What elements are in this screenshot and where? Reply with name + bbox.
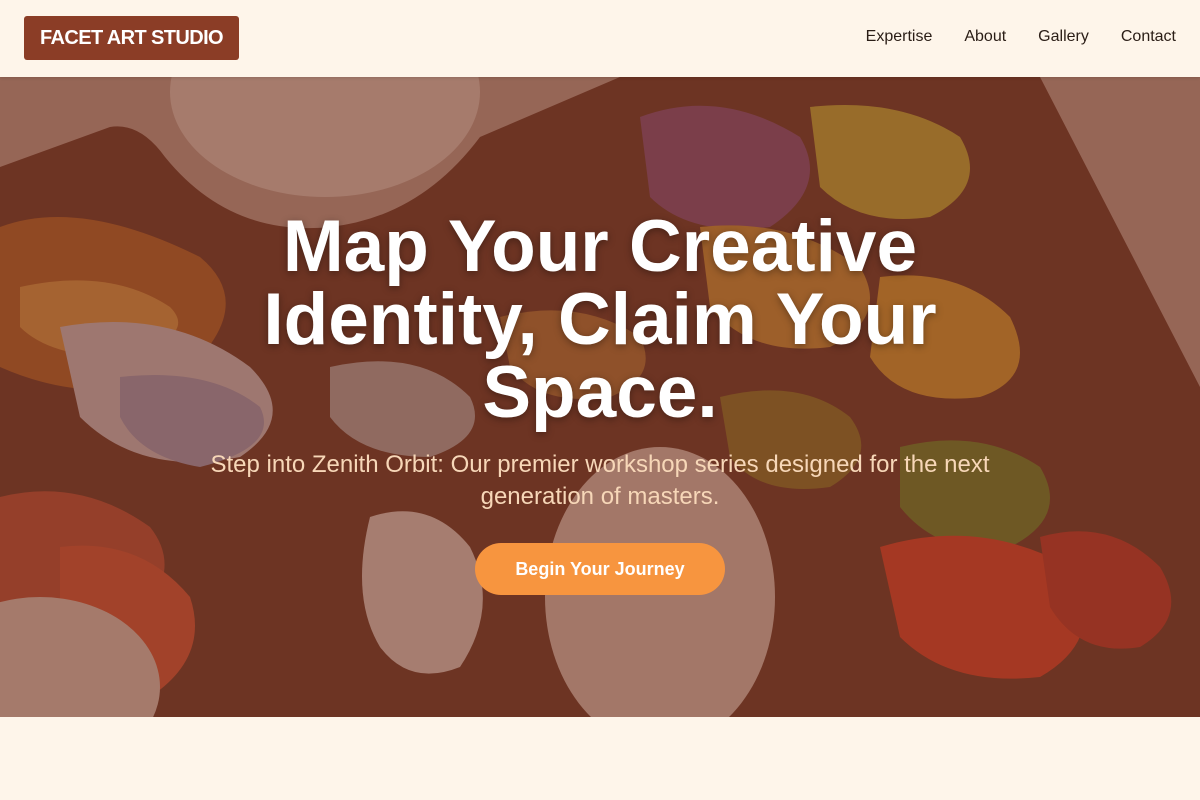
main-nav: Expertise About Gallery Contact xyxy=(866,26,1176,48)
site-header: FACET ART STUDIO Expertise About Gallery… xyxy=(0,0,1200,77)
nav-link-contact[interactable]: Contact xyxy=(1121,26,1176,48)
nav-link-about[interactable]: About xyxy=(964,26,1006,48)
hero-title: Map Your Creative Identity, Claim Your S… xyxy=(263,206,937,433)
nav-link-expertise[interactable]: Expertise xyxy=(866,26,933,48)
hero-subtitle: Step into Zenith Orbit: Our premier work… xyxy=(210,451,990,510)
studio-logo[interactable]: FACET ART STUDIO xyxy=(24,16,239,60)
hero-section: Map Your Creative Identity, Claim Your S… xyxy=(0,77,1200,717)
hero-content: Map Your Creative Identity, Claim Your S… xyxy=(0,77,1200,717)
nav-link-gallery[interactable]: Gallery xyxy=(1038,26,1089,48)
begin-journey-button[interactable]: Begin Your Journey xyxy=(475,543,725,595)
next-section xyxy=(0,717,1200,800)
